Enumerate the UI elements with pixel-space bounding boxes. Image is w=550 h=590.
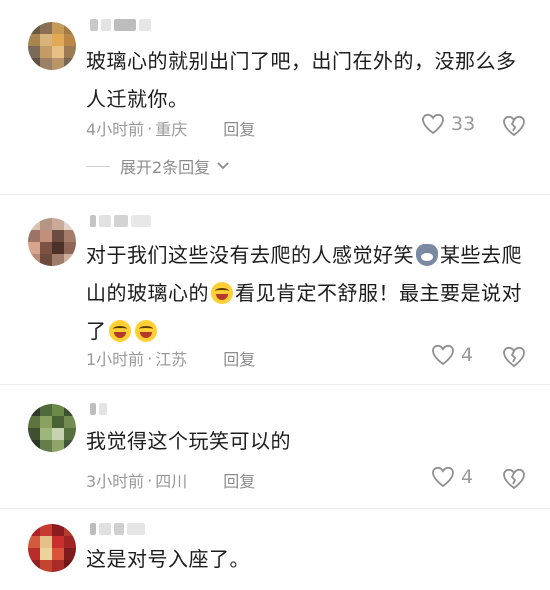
reply-button[interactable]: 回复 — [223, 468, 255, 492]
divider — [0, 508, 550, 509]
meta-separator: · — [147, 470, 153, 490]
comment-text: 玻璃心的就别出门了吧，出门在外的，没那么多人迁就你。 — [86, 49, 517, 111]
divider — [0, 384, 550, 385]
like-button[interactable]: 33 — [421, 113, 475, 135]
heart-outline-icon — [432, 344, 454, 366]
comment-location: 江苏 — [155, 350, 188, 369]
heart-outline-icon — [422, 113, 444, 135]
divider — [0, 194, 550, 195]
username-redacted[interactable] — [90, 522, 166, 536]
comment-meta: 4小时前 · 重庆 回复 — [86, 116, 255, 140]
username-redacted[interactable] — [90, 18, 166, 32]
username-redacted[interactable] — [90, 214, 166, 228]
comment-text: 对于我们这些没有去爬的人感觉好笑 某些去爬山的玻璃心的 看见肯定不舒服！最主要是说对… — [86, 236, 526, 350]
reply-button[interactable]: 回复 — [223, 116, 255, 140]
meta-separator: · — [147, 118, 153, 138]
tongue-wink-emoji-icon — [108, 320, 131, 342]
comment-time: 1小时前 — [86, 350, 145, 369]
like-count: 33 — [451, 113, 476, 135]
reply-button[interactable]: 回复 — [223, 346, 255, 370]
comment-meta: 1小时前 · 江苏 回复 — [86, 346, 255, 370]
sweat-laugh-emoji-icon — [211, 282, 233, 304]
comment-location: 重庆 — [155, 120, 188, 139]
avatar[interactable] — [28, 404, 76, 452]
comment-time: 4小时前 — [86, 120, 145, 139]
comment-text: 我觉得这个玩笑可以的 — [86, 429, 291, 453]
comment-location: 四川 — [155, 472, 188, 491]
broken-heart-icon[interactable] — [502, 346, 526, 368]
comment-meta: 3小时前 · 四川 回复 — [86, 468, 255, 492]
like-button[interactable]: 4 — [431, 466, 473, 488]
expand-replies-button[interactable]: 展开2条回复 — [86, 154, 230, 178]
like-count: 4 — [461, 466, 474, 488]
username-redacted[interactable] — [90, 402, 166, 416]
expand-divider-line — [86, 165, 110, 167]
avatar[interactable] — [28, 218, 76, 266]
avatar[interactable] — [28, 524, 76, 572]
tongue-wink-emoji-icon — [134, 320, 157, 342]
avatar[interactable] — [28, 22, 76, 70]
heart-outline-icon — [432, 466, 454, 488]
expand-replies-label: 展开2条回复 — [120, 158, 211, 177]
meta-separator: · — [147, 348, 153, 368]
broken-heart-icon[interactable] — [502, 115, 526, 137]
broken-heart-icon[interactable] — [502, 468, 526, 490]
comment-text-part: 对于我们这些没有去爬的人感觉好笑 — [86, 243, 414, 267]
comment-text: 这是对号入座了。 — [86, 547, 250, 571]
chevron-down-icon — [217, 162, 229, 170]
like-count: 4 — [461, 344, 474, 366]
comment-time: 3小时前 — [86, 472, 145, 491]
like-button[interactable]: 4 — [431, 344, 473, 366]
wolf-emoji-icon — [416, 244, 438, 266]
